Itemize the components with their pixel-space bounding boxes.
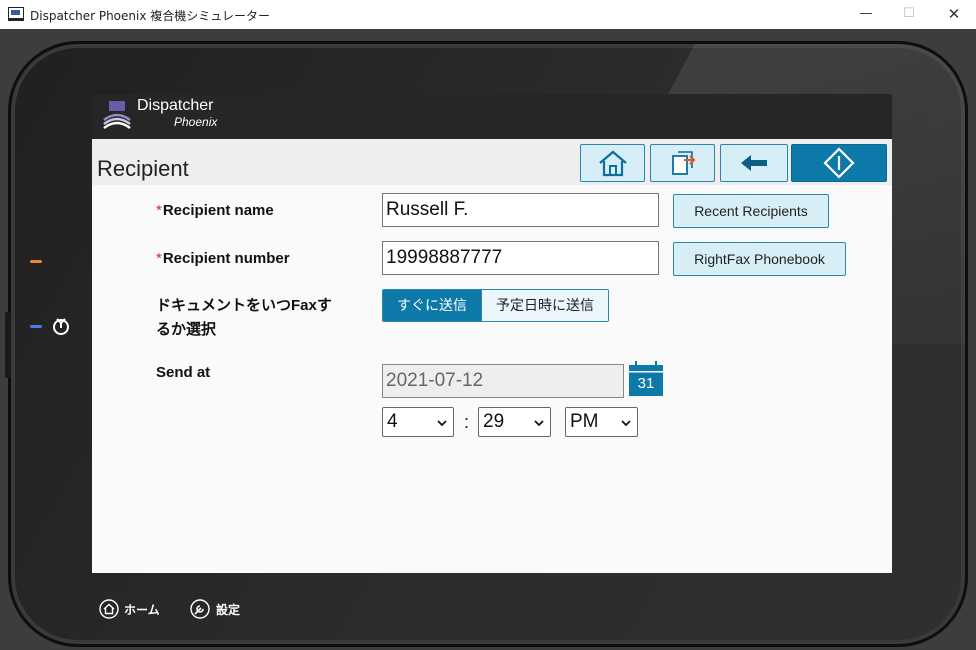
recipient-name-label: *Recipient name (156, 202, 274, 219)
send-timing-toggle: すぐに送信 予定日時に送信 (382, 289, 609, 322)
close-button[interactable]: ✕ (944, 4, 964, 24)
recipient-number-label: *Recipient number (156, 250, 290, 267)
title-row: Recipient (92, 139, 892, 185)
required-mark: * (156, 250, 162, 267)
page-title: Recipient (97, 156, 189, 181)
send-at-date-input[interactable]: 2021-07-12 (382, 364, 624, 398)
status-led-orange (30, 260, 42, 263)
send-at-label: Send at (156, 364, 211, 381)
required-mark: * (156, 202, 162, 219)
job-status-icon (671, 151, 695, 175)
window-title: Dispatcher Phoenix 複合機シミュレーター (30, 9, 271, 23)
app-header: Dispatcher Phoenix (92, 94, 892, 139)
bottom-settings-button[interactable]: 設定 (189, 598, 240, 620)
power-icon[interactable] (51, 316, 71, 336)
recipient-number-input[interactable]: 19998887777 (382, 241, 659, 275)
brand-sub: Phoenix (174, 115, 218, 129)
home-icon (598, 150, 627, 177)
recipient-number-label-text: Recipient number (162, 250, 290, 267)
calendar-button[interactable]: 31 (628, 361, 664, 397)
minimize-button[interactable]: — (856, 4, 876, 24)
calendar-day: 31 (637, 375, 655, 392)
send-scheduled-option[interactable]: 予定日時に送信 (481, 290, 608, 321)
recipient-name-input[interactable]: Russell F. (382, 193, 659, 227)
send-timing-label-line2: るか選択 (156, 321, 217, 338)
bottom-home-label: ホーム (124, 602, 160, 617)
app-icon (8, 7, 24, 21)
bottom-home-button[interactable]: ホーム (99, 598, 160, 620)
job-status-button[interactable] (650, 144, 715, 182)
arrow-left-icon (741, 155, 767, 171)
recipient-name-label-text: Recipient name (162, 202, 274, 219)
window-titlebar: Dispatcher Phoenix 複合機シミュレーター — ☐ ✕ (0, 0, 976, 29)
hour-select[interactable]: 4 (382, 407, 454, 437)
bottom-settings-label: 設定 (216, 602, 241, 617)
send-timing-label: ドキュメントをいつFaxす るか選択 (156, 294, 332, 342)
ampm-select-value: PM (570, 411, 599, 432)
home-icon (99, 599, 119, 619)
brand-name: Dispatcher (137, 97, 214, 114)
rightfax-phonebook-button[interactable]: RightFax Phonebook (673, 242, 846, 276)
hour-select-value: 4 (387, 411, 398, 432)
status-led-blue (30, 325, 42, 328)
dispatcher-logo-icon (103, 101, 131, 130)
send-now-option[interactable]: すぐに送信 (383, 290, 481, 321)
send-timing-label-line1: ドキュメントをいつFaxす (156, 297, 332, 314)
chevron-down-icon (437, 420, 447, 427)
maximize-button[interactable]: ☐ (899, 4, 919, 24)
back-button[interactable] (720, 144, 788, 182)
time-separator: : (464, 412, 470, 432)
minute-select[interactable]: 29 (478, 407, 551, 437)
chevron-down-icon (621, 420, 631, 427)
ampm-select[interactable]: PM (565, 407, 638, 437)
side-button (5, 312, 11, 378)
chevron-down-icon (534, 420, 544, 427)
wrench-icon (190, 599, 210, 619)
start-button[interactable] (791, 144, 887, 182)
start-diamond-icon (823, 147, 855, 179)
home-button[interactable] (580, 144, 645, 182)
minute-select-value: 29 (483, 411, 505, 432)
device-screen: Dispatcher Phoenix Recipient *Recipient … (92, 94, 892, 573)
recent-recipients-button[interactable]: Recent Recipients (673, 194, 829, 228)
